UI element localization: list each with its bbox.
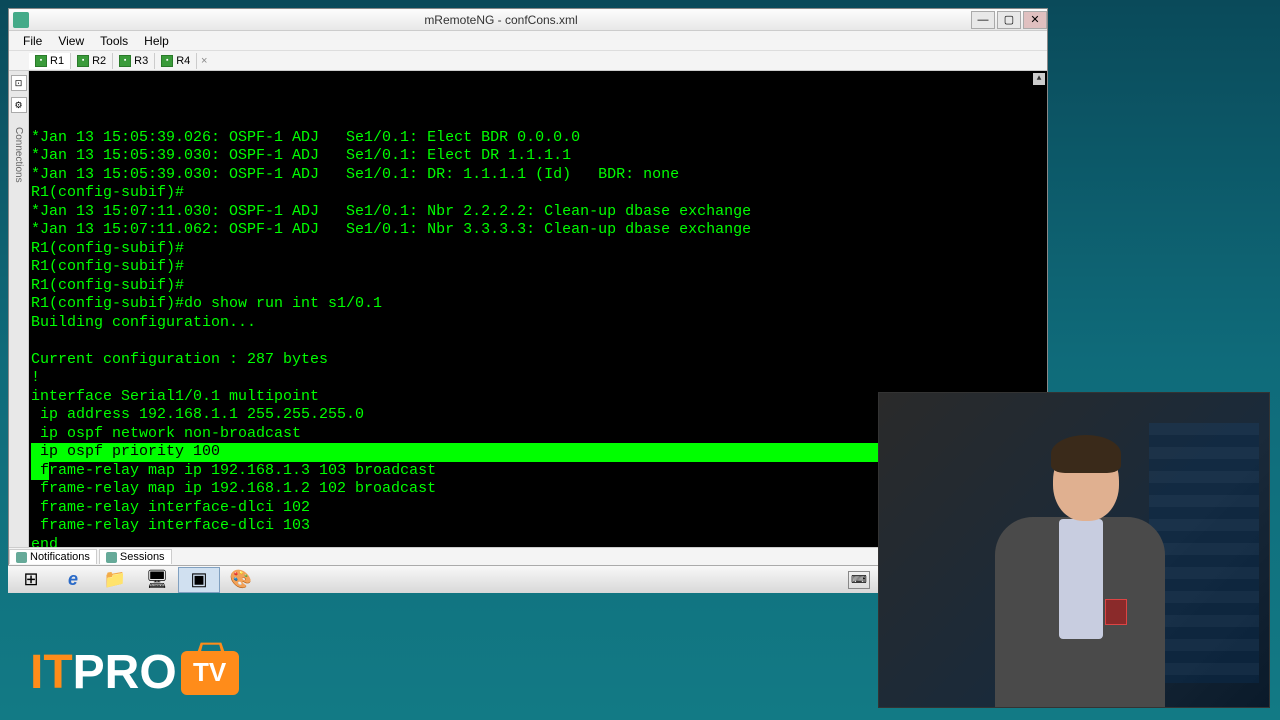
tab-label: R2 — [92, 55, 106, 67]
tab-label: R3 — [134, 55, 148, 67]
window-title: mRemoteNG - confCons.xml — [33, 13, 969, 27]
session-tabbar: ▪ R1 ▪ R2 ▪ R3 ▪ R4 × — [9, 51, 1047, 71]
config-icon[interactable]: ⚙ — [11, 97, 27, 113]
ie-icon: e — [68, 569, 78, 590]
windows-icon: ⊞ — [23, 569, 38, 590]
connections-icon[interactable]: ⊡ — [11, 75, 27, 91]
terminal-line: R1(config-subif)#do show run int s1/0.1 — [31, 295, 1047, 314]
logo-tv-icon: TV — [181, 651, 239, 695]
menu-file[interactable]: File — [15, 32, 50, 50]
scroll-up-icon[interactable]: ▲ — [1033, 73, 1045, 85]
terminal-line: *Jan 13 15:07:11.030: OSPF-1 ADJ Se1/0.1… — [31, 203, 1047, 222]
terminal-line — [31, 332, 1047, 351]
rail-label: Connections — [13, 127, 24, 183]
taskbar: ⊞ e 📁 🖥 ▣ 🎨 ⌨ — [8, 565, 878, 593]
presenter-video — [878, 392, 1270, 708]
menubar: File View Tools Help — [9, 31, 1047, 51]
menu-help[interactable]: Help — [136, 32, 177, 50]
bell-icon — [16, 552, 27, 563]
terminal-line: R1(config-subif)# — [31, 184, 1047, 203]
paint-icon: 🎨 — [230, 569, 252, 590]
tab-label: R4 — [176, 55, 190, 67]
mremote-button[interactable]: ▣ — [178, 567, 220, 593]
menu-view[interactable]: View — [50, 32, 92, 50]
tab-close-icon[interactable]: × — [197, 55, 211, 67]
terminal-line: R1(config-subif)# — [31, 258, 1047, 277]
app-icon — [13, 12, 29, 28]
scrollbar[interactable]: ▲ — [1033, 73, 1045, 85]
logo-it: IT — [30, 645, 73, 700]
putty-icon: 🖥 — [146, 569, 169, 590]
terminal-line: Current configuration : 287 bytes — [31, 351, 1047, 370]
mremote-icon: ▣ — [190, 569, 207, 590]
terminal-line: *Jan 13 15:07:11.062: OSPF-1 ADJ Se1/0.1… — [31, 221, 1047, 240]
video-scene — [879, 393, 1269, 707]
paint-button[interactable]: 🎨 — [220, 567, 262, 593]
terminal-line: R1(config-subif)# — [31, 240, 1047, 259]
terminal-line: *Jan 13 15:05:39.030: OSPF-1 ADJ Se1/0.1… — [31, 147, 1047, 166]
tab-label: R1 — [50, 55, 64, 67]
terminal-icon: ▪ — [161, 55, 173, 67]
tab-r2[interactable]: ▪ R2 — [71, 53, 113, 69]
presenter — [977, 427, 1167, 707]
terminal-line: *Jan 13 15:05:39.026: OSPF-1 ADJ Se1/0.1… — [31, 129, 1047, 148]
window-controls: — ▢ ✕ — [969, 11, 1047, 29]
terminal-icon: ▪ — [35, 55, 47, 67]
terminal-icon: ▪ — [77, 55, 89, 67]
tab-r3[interactable]: ▪ R3 — [113, 53, 155, 69]
sessions-icon — [106, 552, 117, 563]
terminal-line: ! — [31, 369, 1047, 388]
folder-icon: 📁 — [104, 569, 126, 590]
left-rail: ⊡ ⚙ Connections — [9, 71, 29, 547]
tab-r1[interactable]: ▪ R1 — [29, 53, 71, 69]
maximize-button[interactable]: ▢ — [997, 11, 1021, 29]
putty-button[interactable]: 🖥 — [136, 567, 178, 593]
presenter-shirt — [1059, 519, 1103, 639]
notifications-tab[interactable]: Notifications — [9, 549, 97, 564]
sessions-tab[interactable]: Sessions — [99, 549, 172, 564]
itprotv-logo: ITPRO TV — [30, 645, 239, 700]
tab-label: Sessions — [120, 551, 165, 563]
start-button[interactable]: ⊞ — [10, 567, 52, 593]
logo-pro: PRO — [73, 645, 177, 700]
presenter-hair — [1051, 435, 1121, 473]
minimize-button[interactable]: — — [971, 11, 995, 29]
terminal-line: R1(config-subif)# — [31, 277, 1047, 296]
explorer-button[interactable]: 📁 — [94, 567, 136, 593]
keyboard-tray-icon[interactable]: ⌨ — [848, 571, 870, 589]
tab-r4[interactable]: ▪ R4 — [155, 53, 197, 69]
tab-label: Notifications — [30, 551, 90, 563]
close-button[interactable]: ✕ — [1023, 11, 1047, 29]
presenter-badge — [1105, 599, 1127, 625]
terminal-icon: ▪ — [119, 55, 131, 67]
titlebar[interactable]: mRemoteNG - confCons.xml — ▢ ✕ — [9, 9, 1047, 31]
terminal-line: *Jan 13 15:05:39.030: OSPF-1 ADJ Se1/0.1… — [31, 166, 1047, 185]
menu-tools[interactable]: Tools — [92, 32, 136, 50]
ie-button[interactable]: e — [52, 567, 94, 593]
terminal-line: Building configuration... — [31, 314, 1047, 333]
